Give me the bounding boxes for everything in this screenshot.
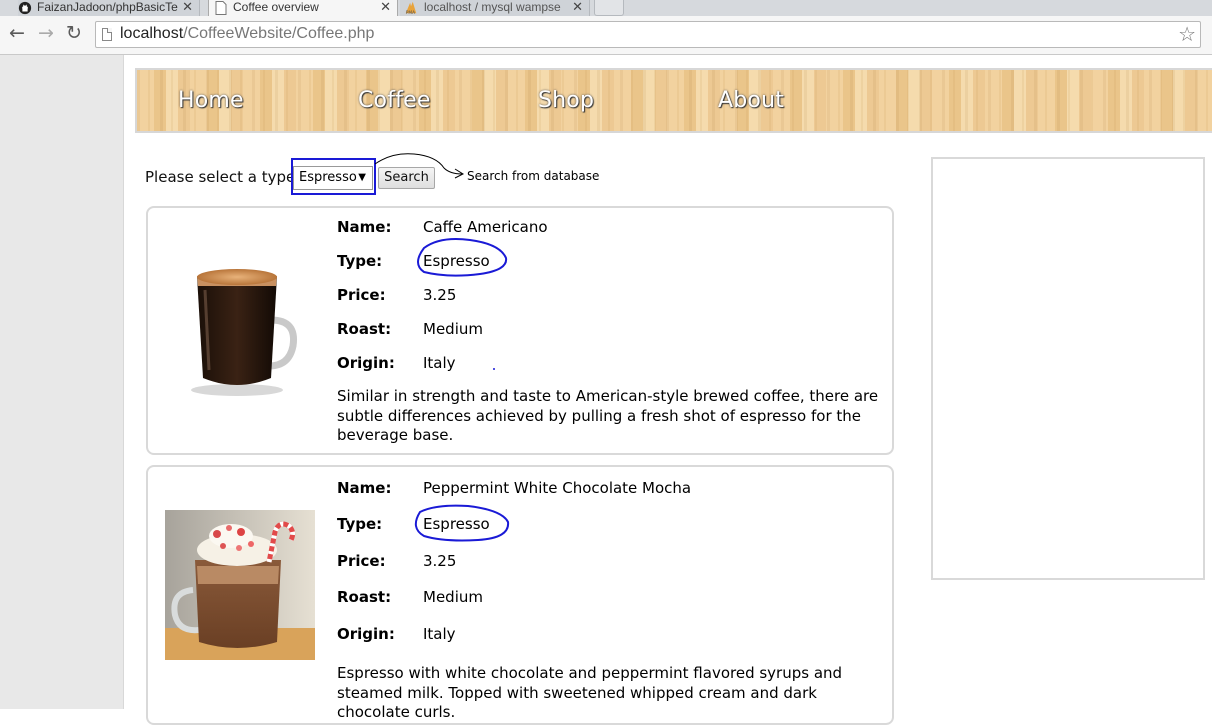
type-select-label: Please select a type: bbox=[145, 168, 301, 186]
address-bar[interactable]: localhost/CoffeeWebsite/Coffee.php ☆ bbox=[95, 21, 1201, 48]
svg-text:PMA: PMA bbox=[406, 10, 415, 15]
page-icon bbox=[102, 28, 112, 41]
name-label: Name: bbox=[337, 218, 392, 236]
nav-about[interactable]: About bbox=[718, 88, 784, 113]
origin-label: Origin: bbox=[337, 625, 395, 643]
product-roast: Medium bbox=[423, 320, 483, 338]
origin-label: Origin: bbox=[337, 354, 395, 372]
roast-label: Roast: bbox=[337, 320, 392, 338]
nav-coffee[interactable]: Coffee bbox=[358, 88, 431, 113]
product-origin: Italy bbox=[423, 354, 456, 372]
tab-github[interactable]: FaizanJadoon/phpBasicTe ✕ bbox=[18, 0, 200, 16]
type-label: Type: bbox=[337, 515, 383, 533]
tab-phpmyadmin[interactable]: PMA localhost / mysql wampse ✕ bbox=[400, 0, 590, 16]
close-icon[interactable]: ✕ bbox=[182, 0, 193, 14]
product-type: Espresso bbox=[423, 252, 490, 270]
price-label: Price: bbox=[337, 286, 386, 304]
url-path: /CoffeeWebsite/Coffee.php bbox=[183, 25, 375, 42]
arrow-head-icon bbox=[454, 168, 465, 179]
type-select-value: Espresso bbox=[299, 170, 357, 185]
tab-title: Coffee overview bbox=[233, 0, 319, 14]
close-icon[interactable]: ✕ bbox=[572, 0, 583, 14]
url-text: localhost/CoffeeWebsite/Coffee.php bbox=[120, 25, 374, 43]
tab-title: localhost / mysql wampse bbox=[424, 0, 561, 14]
browser-toolbar: ← → ↻ localhost/CoffeeWebsite/Coffee.php… bbox=[0, 16, 1212, 55]
roast-label: Roast: bbox=[337, 588, 392, 606]
tab-coffee-overview[interactable]: Coffee overview ✕ bbox=[208, 0, 398, 16]
product-roast: Medium bbox=[423, 588, 483, 606]
search-button[interactable]: Search bbox=[378, 167, 435, 189]
dropdown-arrow-icon: ▼ bbox=[358, 172, 366, 183]
nav-home[interactable]: Home bbox=[178, 88, 244, 113]
type-select[interactable]: Espresso ▼ bbox=[293, 166, 373, 190]
type-label: Type: bbox=[337, 252, 383, 270]
phpmyadmin-icon: PMA bbox=[405, 1, 417, 15]
product-name: Peppermint White Chocolate Mocha bbox=[423, 479, 692, 497]
url-host: localhost bbox=[120, 25, 184, 42]
product-card: Name: Caffe Americano Type: Espresso Pri… bbox=[146, 206, 894, 455]
right-side-panel bbox=[931, 157, 1205, 580]
tab-strip: FaizanJadoon/phpBasicTe ✕ Coffee overvie… bbox=[0, 0, 1212, 16]
new-tab-button[interactable] bbox=[594, 0, 624, 16]
product-name: Caffe Americano bbox=[423, 218, 548, 236]
price-label: Price: bbox=[337, 552, 386, 570]
mocha-cup-image bbox=[165, 510, 315, 660]
name-label: Name: bbox=[337, 479, 392, 497]
close-icon[interactable]: ✕ bbox=[380, 0, 391, 14]
nav-shop[interactable]: Shop bbox=[538, 88, 594, 113]
forward-arrow-icon[interactable]: → bbox=[35, 22, 57, 44]
annotation-note: Search from database bbox=[467, 169, 600, 183]
left-margin bbox=[0, 55, 124, 709]
americano-cup-image bbox=[165, 250, 315, 400]
product-origin: Italy bbox=[423, 625, 456, 643]
product-description: Similar in strength and taste to America… bbox=[337, 387, 879, 444]
product-type: Espresso bbox=[423, 515, 490, 533]
tab-title: FaizanJadoon/phpBasicTe bbox=[37, 0, 178, 14]
product-card: Name: Peppermint White Chocolate Mocha T… bbox=[146, 465, 894, 725]
back-arrow-icon[interactable]: ← bbox=[6, 22, 28, 44]
reload-icon[interactable]: ↻ bbox=[63, 22, 85, 44]
main-navigation: Home Coffee Shop About bbox=[135, 68, 1212, 133]
bookmark-star-icon[interactable]: ☆ bbox=[1178, 23, 1196, 45]
product-description: Espresso with white chocolate and pepper… bbox=[337, 664, 843, 721]
product-price: 3.25 bbox=[423, 286, 457, 304]
github-icon bbox=[18, 1, 32, 15]
page-icon bbox=[215, 1, 227, 15]
product-price: 3.25 bbox=[423, 552, 457, 570]
